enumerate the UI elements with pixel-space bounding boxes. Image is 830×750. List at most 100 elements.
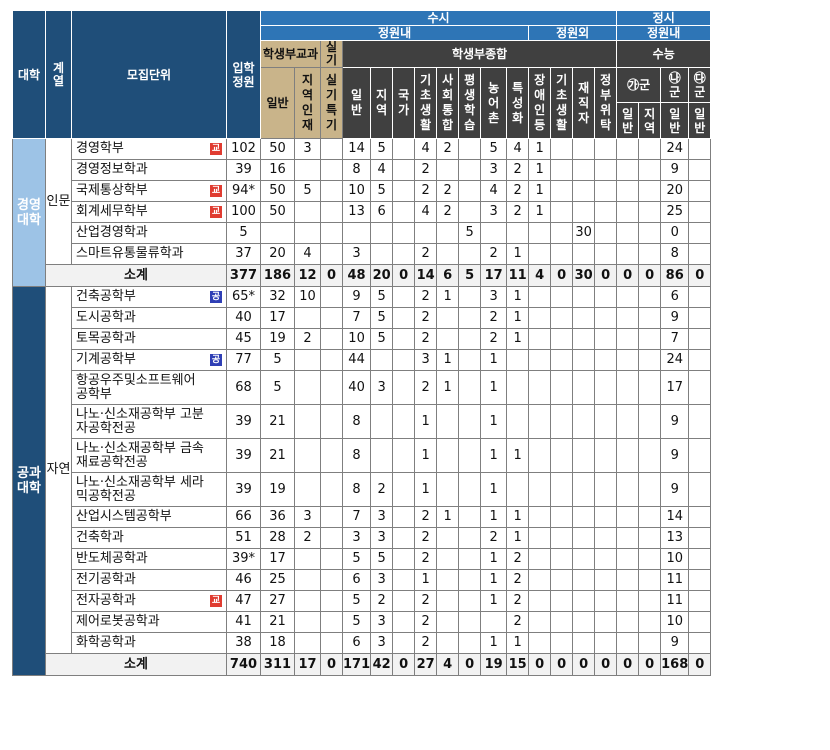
value-cell (294, 438, 321, 473)
value-cell: 2 (414, 159, 438, 181)
value-cell: 1 (480, 632, 508, 654)
value-cell (688, 590, 712, 612)
value-cell (688, 370, 712, 405)
value-cell: 8 (341, 159, 372, 181)
value-cell (294, 548, 321, 570)
value-cell (414, 222, 438, 244)
value-cell (528, 286, 552, 308)
value-cell (594, 138, 618, 160)
quota-cell: 77 (226, 349, 261, 371)
header-susi: 수시 (259, 10, 618, 26)
header-na-group: ㉯군 일반 (660, 67, 690, 139)
value-cell: 16 (260, 159, 295, 181)
track-badge: 공 (210, 291, 222, 303)
value-cell (436, 438, 460, 473)
subtotal-row: 소계 740 311 17 0 171 42 0 27 4 0 19 15 0 0 0 0 0 0 168 0 (13, 653, 712, 676)
subtotal-value: 0 (572, 653, 596, 676)
value-cell: 1 (480, 438, 508, 473)
value-cell (392, 404, 416, 439)
value-cell (616, 222, 640, 244)
value-cell: 9 (660, 472, 690, 507)
value-cell (506, 472, 530, 507)
table-row: 국제통상학부 교 94* 50 5 10 5 2 2 4 2 1 20 (13, 180, 712, 202)
header-da-general: 일반 (694, 106, 706, 135)
quota-cell: 66 (226, 506, 261, 528)
value-cell: 1 (480, 590, 508, 612)
admissions-quota-table: 대학 계열 모집단위 입학정원 수시 정시 정원내 정원외 정원내 학생부교과 … (12, 10, 712, 676)
unit-cell: 산업시스템공학부 (71, 506, 227, 528)
value-cell (294, 307, 321, 329)
value-cell (480, 222, 508, 244)
subtotal-value: 4 (528, 264, 552, 287)
value-cell (572, 506, 596, 528)
value-cell: 9 (341, 286, 372, 308)
header-c-basic: 기초생활 (414, 67, 438, 139)
value-cell: 2 (370, 590, 394, 612)
unit-cell: 나노·신소재공학부 금속재료공학전공 (71, 438, 227, 473)
value-cell: 2 (414, 370, 438, 405)
value-cell: 10 (341, 180, 372, 202)
value-cell (572, 527, 596, 549)
value-cell (550, 370, 574, 405)
value-cell (550, 222, 574, 244)
value-cell (436, 632, 460, 654)
value-cell (320, 138, 343, 160)
value-cell (550, 632, 574, 654)
value-cell: 1 (506, 527, 530, 549)
track-badge: 교 (210, 595, 222, 607)
unit-cell: 건축공학부 공 (71, 286, 227, 308)
header-out-quota: 정원외 (528, 25, 618, 41)
subtotal-value: 0 (528, 653, 552, 676)
value-cell: 2 (414, 590, 438, 612)
table-row: 나노·신소재공학부 금속재료공학전공 39 21 8 1 1 1 9 (13, 438, 712, 473)
value-cell: 2 (436, 201, 460, 223)
value-cell (480, 611, 508, 633)
subtotal-quota: 377 (226, 264, 261, 287)
value-cell (594, 506, 618, 528)
unit-cell: 나노·신소재공학부 세라믹공학전공 (71, 472, 227, 507)
value-cell (638, 328, 662, 350)
value-cell (528, 569, 552, 591)
value-cell (458, 404, 482, 439)
unit-cell: 도시공학과 (71, 307, 227, 329)
value-cell (572, 590, 596, 612)
unit-cell: 전자공학과 교 (71, 590, 227, 612)
value-cell (572, 438, 596, 473)
value-cell (436, 159, 460, 181)
track-badge: 교 (210, 185, 222, 197)
unit-name: 기계공학부 (76, 352, 136, 367)
value-cell (528, 349, 552, 371)
value-cell: 4 (294, 243, 321, 265)
header-practical-special: 실기특기 (320, 67, 343, 139)
value-cell (320, 286, 343, 308)
value-cell (572, 307, 596, 329)
value-cell: 5 (480, 138, 508, 160)
value-cell: 7 (341, 307, 372, 329)
quota-cell: 39* (226, 548, 261, 570)
value-cell (458, 527, 482, 549)
header-unit: 모집단위 (71, 10, 227, 139)
value-cell: 14 (660, 506, 690, 528)
value-cell: 9 (660, 438, 690, 473)
value-cell (638, 286, 662, 308)
quota-cell: 102 (226, 138, 261, 160)
quota-cell: 37 (226, 243, 261, 265)
value-cell (572, 328, 596, 350)
value-cell: 2 (414, 243, 438, 265)
value-cell: 2 (506, 201, 530, 223)
value-cell (594, 632, 618, 654)
value-cell: 1 (506, 307, 530, 329)
quota-cell: 40 (226, 307, 261, 329)
header-c-farm: 농어촌 (480, 67, 508, 139)
unit-cell: 전기공학과 (71, 569, 227, 591)
value-cell: 5 (260, 370, 295, 405)
value-cell: 2 (414, 286, 438, 308)
value-cell: 2 (506, 590, 530, 612)
value-cell: 11 (660, 569, 690, 591)
value-cell (528, 632, 552, 654)
value-cell (638, 590, 662, 612)
value-cell: 13 (341, 201, 372, 223)
value-cell: 2 (414, 548, 438, 570)
value-cell (294, 404, 321, 439)
value-cell: 2 (414, 611, 438, 633)
